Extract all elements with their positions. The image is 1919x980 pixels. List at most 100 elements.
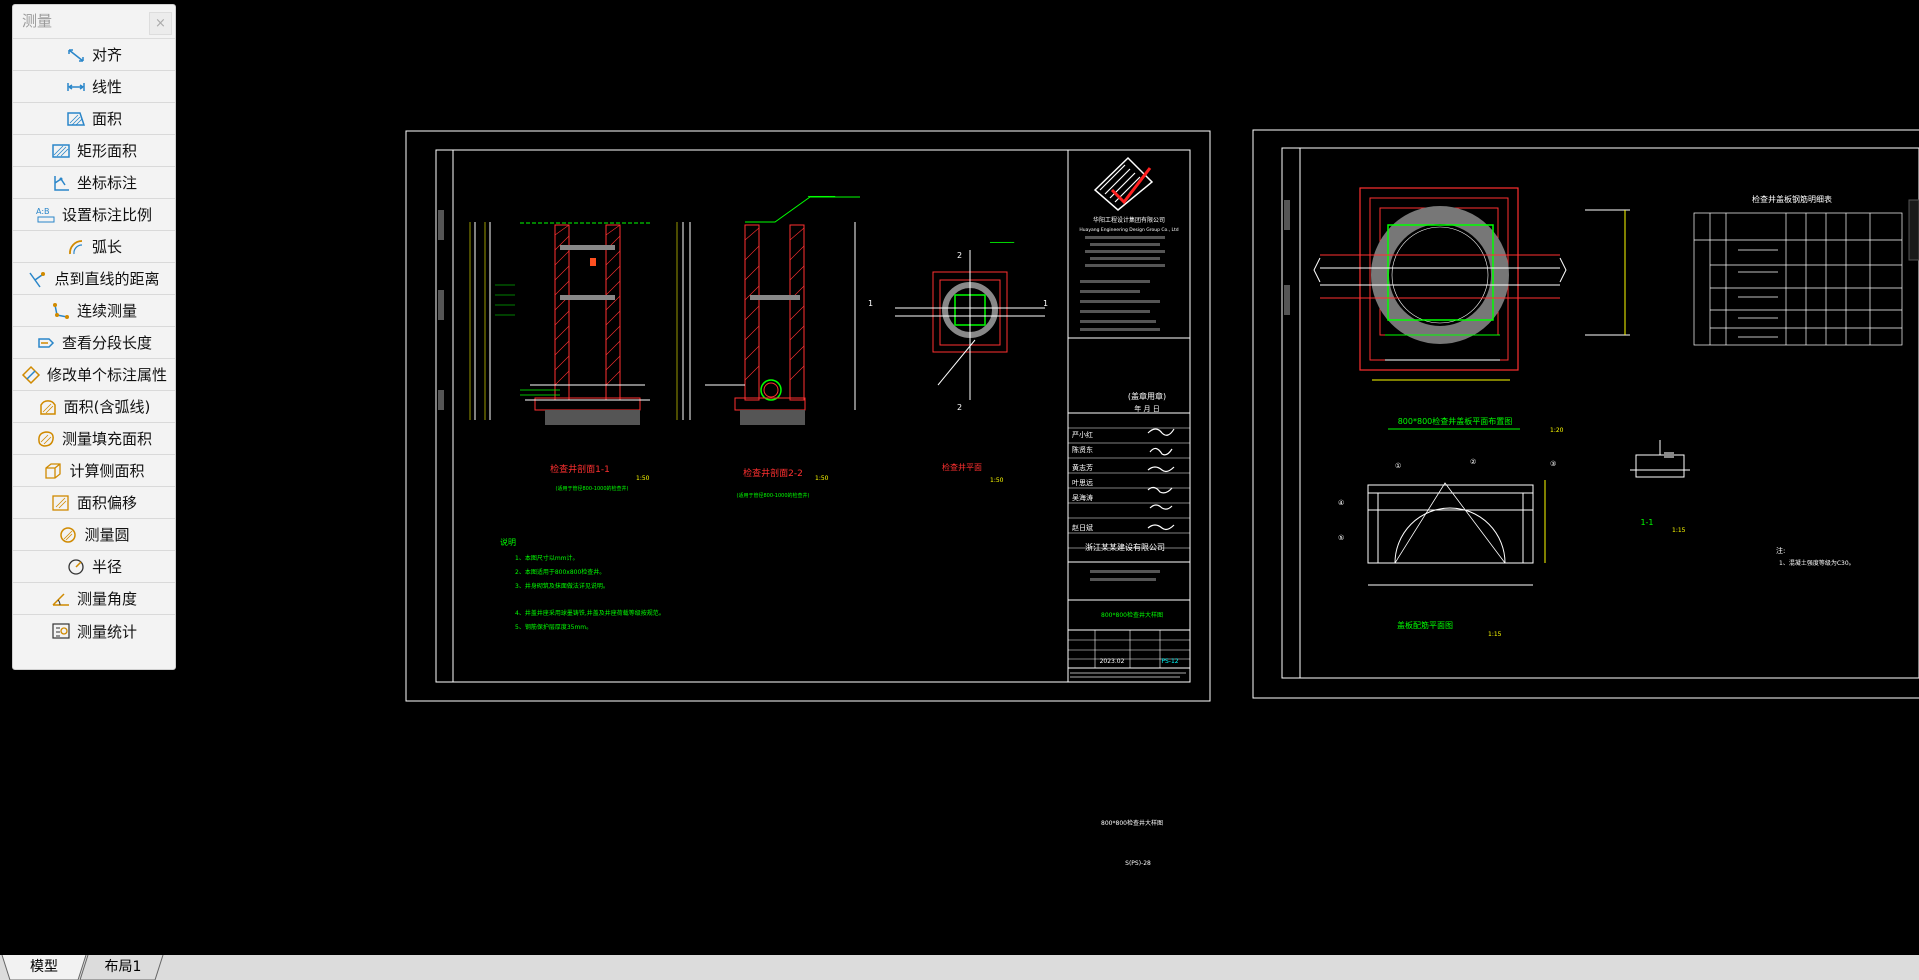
svg-text:2: 2 xyxy=(957,251,962,260)
menu-label: 测量统计 xyxy=(76,622,137,641)
section-2-2: ━━━━━━━━━ xyxy=(682,194,860,425)
radius-icon xyxy=(68,558,84,575)
tab-model[interactable]: 模型 xyxy=(10,955,78,980)
arc-area-button[interactable]: 面积(含弧线) xyxy=(13,391,175,423)
section-scale-2: 1:15 xyxy=(1488,631,1502,638)
svg-text:━━━━━━━━: ━━━━━━━━ xyxy=(989,240,1015,246)
stamp-label: (盖章用章) xyxy=(1128,391,1166,401)
menu-label: 修改单个标注属性 xyxy=(46,366,167,384)
plan-scale: 1:50 xyxy=(990,477,1004,484)
menu-label: 计算侧面积 xyxy=(69,462,145,480)
menu-label: 查看分段长度 xyxy=(61,334,152,352)
section-2-2-scale: 1:50 xyxy=(815,475,829,482)
measure-panel: 测量 × 对齐 线性 面积 矩形面积 坐标标注 A:B 设置标注比例 弧长 点到… xyxy=(12,4,176,670)
edit-dimension-button[interactable]: 修改单个标注属性 xyxy=(13,359,175,391)
coordinate-icon xyxy=(54,175,69,191)
drawing-date: 2023.02 xyxy=(1100,658,1125,665)
point-line-distance-icon xyxy=(29,271,46,287)
close-button[interactable]: × xyxy=(149,12,172,35)
aligned-dimension-button[interactable]: 对齐 xyxy=(13,39,175,71)
menu-label: 弧长 xyxy=(91,238,122,256)
note-4: 4、井盖井座采用球墨铸铁,井盖及井座荷载等级按规范。 xyxy=(515,609,665,617)
svg-text:③: ③ xyxy=(1550,460,1556,468)
arc-length-button[interactable]: 弧长 xyxy=(13,231,175,263)
plan-title-2: 800*800检查井盖板平面布置图 xyxy=(1398,416,1513,426)
company-name: 华阳工程设计集团有限公司 xyxy=(1093,216,1165,224)
segment-length-button[interactable]: 查看分段长度 xyxy=(13,327,175,359)
scale-icon: A:B xyxy=(36,207,55,222)
cover-plate-plan xyxy=(1313,187,1630,381)
hatch-area-icon xyxy=(38,430,54,447)
continuous-measure-button[interactable]: 连续测量 xyxy=(13,295,175,327)
panel-title-text: 测量 xyxy=(22,12,53,30)
name-6: 赵日斌 xyxy=(1072,523,1093,532)
segment-length-icon xyxy=(38,337,55,348)
menu-label: 面积 xyxy=(91,110,122,128)
name-4: 叶思远 xyxy=(1072,478,1093,487)
area-icon xyxy=(67,111,86,126)
section-1-1 xyxy=(474,222,691,425)
linear-dimension-icon xyxy=(67,82,85,91)
well-plan: 2 2 1 1 ━━━━━━━━ xyxy=(868,240,1048,412)
arc-length-icon xyxy=(69,239,83,254)
svg-text:①: ① xyxy=(1395,462,1401,470)
note-5: 5、钢筋保护层厚度35mm。 xyxy=(515,623,592,631)
menu-label: 测量角度 xyxy=(76,590,137,608)
drawing-title: 800*800检查井大样图 xyxy=(1101,611,1163,619)
detail-title: 1-1 xyxy=(1640,518,1653,527)
signature-names: 严小红 陈贤东 黄志芳 叶思远 吴海涛 赵日斌 xyxy=(1072,428,1175,532)
coordinate-button[interactable]: 坐标标注 xyxy=(13,167,175,199)
angle-icon xyxy=(52,592,69,606)
detail-scale: 1:15 xyxy=(1672,527,1686,534)
svg-text:④: ④ xyxy=(1338,499,1344,507)
svg-text:1: 1 xyxy=(1043,299,1048,308)
sheet2-note-1: 1、混凝土强度等级为C30。 xyxy=(1779,559,1855,567)
drawing-number: PS-12 xyxy=(1161,658,1178,665)
name-2: 陈贤东 xyxy=(1072,445,1093,454)
menu-label: 设置标注比例 xyxy=(61,206,152,224)
side-area-button[interactable]: 计算侧面积 xyxy=(13,455,175,487)
drawing-sheet-2: 800*800检查井盖板平面布置图 1:20 ① ② ③ ④ ⑤ 盖板配筋平面图… xyxy=(1252,129,1919,699)
detail-1-1 xyxy=(1630,440,1690,478)
measure-angle-button[interactable]: 测量角度 xyxy=(13,583,175,615)
note-1: 1、本图尺寸以mm计。 xyxy=(515,554,579,562)
menu-label: 面积(含弧线) xyxy=(63,398,151,416)
section-1-1-scale: 1:50 xyxy=(636,475,650,482)
svg-text:1: 1 xyxy=(868,299,873,308)
floating-title: 800*800检查井大样图 xyxy=(1101,819,1163,827)
name-5: 吴海涛 xyxy=(1072,493,1093,502)
svg-text:②: ② xyxy=(1470,458,1476,466)
area-button[interactable]: 面积 xyxy=(13,103,175,135)
area-offset-icon xyxy=(52,494,69,511)
hatch-area-button[interactable]: 测量填充面积 xyxy=(13,423,175,455)
arc-area-icon xyxy=(39,399,56,415)
measure-statistics-button[interactable]: 测量统计 xyxy=(13,615,175,647)
menu-label: 半径 xyxy=(91,558,122,576)
continuous-measure-icon xyxy=(52,302,69,319)
rect-area-button[interactable]: 矩形面积 xyxy=(13,135,175,167)
linear-dimension-button[interactable]: 线性 xyxy=(13,71,175,103)
measure-circle-button[interactable]: 测量圆 xyxy=(13,519,175,551)
section-1-1-note: (适用于管径800-1000的检查井) xyxy=(556,485,629,492)
note-2: 2、本图适用于800x800检查井。 xyxy=(515,568,605,576)
plan-scale-2: 1:20 xyxy=(1550,427,1564,434)
floating-number: S(PS)-28 xyxy=(1125,860,1151,867)
company-logo xyxy=(1093,156,1154,211)
menu-label: 测量圆 xyxy=(84,526,130,544)
section-2-2-title: 检查井剖面2-2 xyxy=(743,467,803,479)
menu-label: 连续测量 xyxy=(76,302,137,320)
sheet2-note: 注: xyxy=(1776,546,1785,555)
drawing-canvas[interactable]: 华阳工程设计集团有限公司 Huayang Engineering Design … xyxy=(0,0,1919,955)
cover-plate-section: ① ② ③ ④ ⑤ xyxy=(1338,458,1556,586)
panel-title: 测量 × xyxy=(13,5,175,39)
side-area-icon xyxy=(45,462,62,479)
area-offset-button[interactable]: 面积偏移 xyxy=(13,487,175,519)
point-line-distance-button[interactable]: 点到直线的距离 xyxy=(13,263,175,295)
scale-button[interactable]: A:B 设置标注比例 xyxy=(13,199,175,231)
company-name-en: Huayang Engineering Design Group Co., Lt… xyxy=(1079,227,1178,233)
section-2-2-note: (适用于管径800-1000的检查井) xyxy=(737,492,810,499)
note-3: 3、井身砌筑及抹面做法详见说明。 xyxy=(515,582,609,590)
tab-layout1[interactable]: 布局1 xyxy=(88,955,158,980)
drawing-sheet-1: 华阳工程设计集团有限公司 Huayang Engineering Design … xyxy=(405,130,1211,702)
radius-button[interactable]: 半径 xyxy=(13,551,175,583)
